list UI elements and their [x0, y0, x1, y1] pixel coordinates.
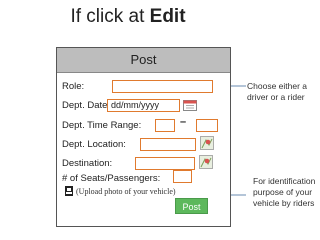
role-note: Choose either a driver or a rider	[247, 81, 307, 103]
dept-time-end-field[interactable]	[196, 119, 218, 132]
photo-note-line: vehicle by riders	[253, 198, 315, 208]
role-note-line: driver or a rider	[247, 92, 305, 102]
post-form: Post Role: Dept. Date: dd/mm/yyyy Dept. …	[56, 47, 231, 227]
photo-note-line: For identification	[253, 176, 316, 186]
page-heading: If click at Edit	[0, 6, 256, 28]
role-field[interactable]	[112, 80, 213, 93]
heading-prefix: If click at	[70, 6, 150, 27]
post-button[interactable]: Post	[175, 198, 208, 214]
upload-photo-link[interactable]: (Upload photo of your vehicle)	[76, 187, 176, 196]
calendar-icon[interactable]	[183, 99, 197, 111]
car-photo-icon[interactable]	[65, 186, 73, 196]
dept-location-label: Dept. Location:	[62, 139, 126, 150]
role-note-line: Choose either a	[247, 81, 308, 91]
time-separator: –	[180, 116, 187, 128]
dept-time-start-field[interactable]	[155, 119, 175, 132]
destination-field[interactable]	[135, 157, 195, 170]
seats-field[interactable]	[173, 170, 192, 183]
role-label: Role:	[62, 81, 85, 92]
dept-location-field[interactable]	[140, 138, 196, 151]
form-header: Post	[57, 48, 230, 73]
dept-time-label: Dept. Time Range:	[62, 120, 142, 131]
photo-note-line: purpose of your	[253, 187, 313, 197]
seats-label: # of Seats/Passengers:	[62, 173, 161, 184]
map-pin-icon[interactable]	[199, 155, 213, 169]
heading-edit-word: Edit	[149, 6, 186, 27]
destination-label: Destination:	[62, 158, 113, 169]
map-pin-icon[interactable]	[200, 136, 214, 150]
photo-note: For identification purpose of your vehic…	[253, 176, 315, 209]
dept-date-field[interactable]: dd/mm/yyyy	[107, 99, 180, 112]
dept-date-label: Dept. Date:	[62, 100, 111, 111]
